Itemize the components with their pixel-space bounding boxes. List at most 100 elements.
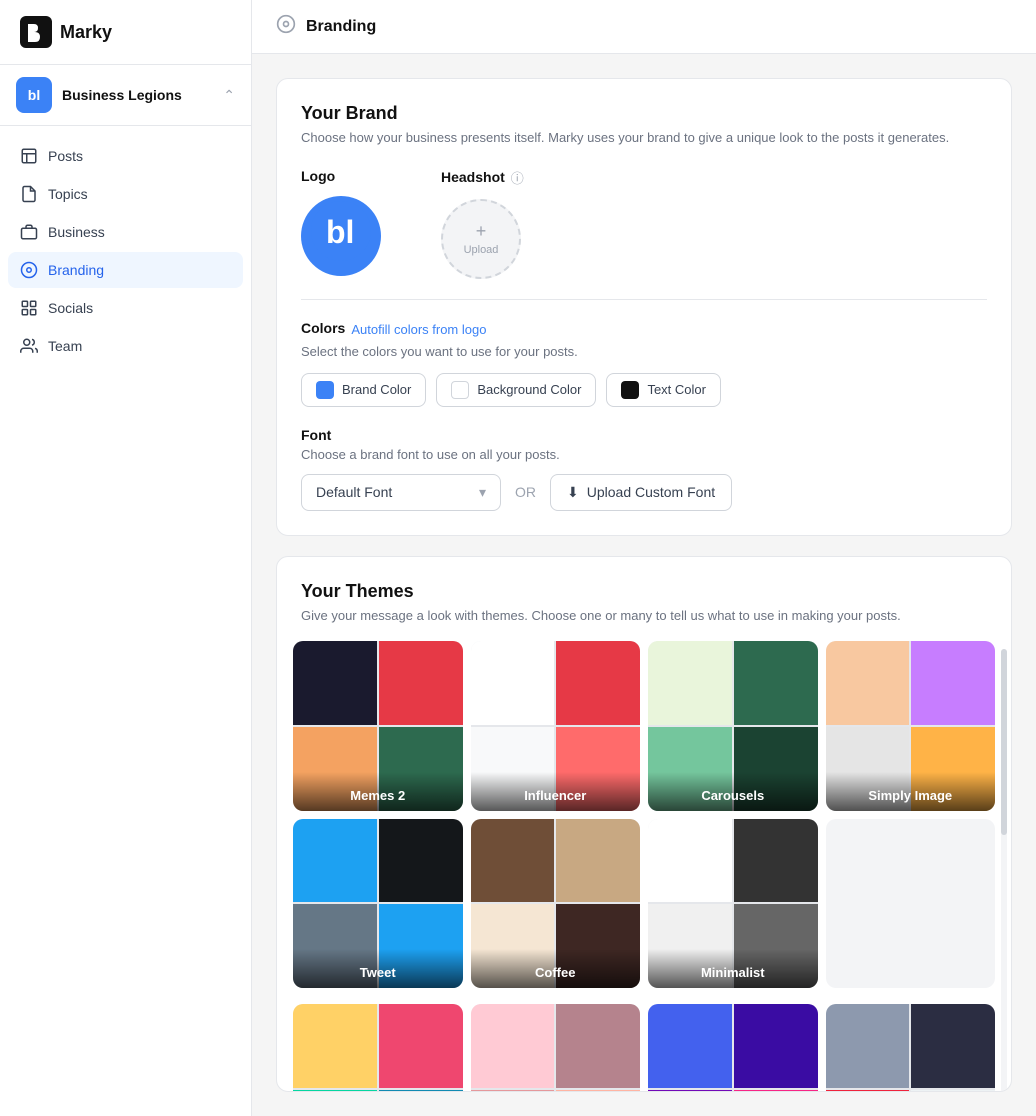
main-panel: Branding Your Brand Choose how your busi… — [252, 0, 1036, 1116]
theme-label: Carousels — [648, 772, 818, 811]
themes-grid-wrapper: Memes 2 Influencer — [277, 641, 1011, 1092]
brand-color-button[interactable]: Brand Color — [301, 373, 426, 407]
themes-subtitle: Give your message a look with themes. Ch… — [301, 606, 987, 626]
colors-section: Colors Autofill colors from logo Select … — [301, 320, 987, 407]
sidebar-item-posts[interactable]: Posts — [8, 138, 243, 174]
main-nav: Posts Topics Business Branding Socials — [0, 126, 251, 376]
theme-minimalist[interactable]: Minimalist — [648, 819, 818, 989]
theme-simply-image[interactable]: Simply Image — [826, 641, 996, 811]
theme-tweet[interactable]: Tweet — [293, 819, 463, 989]
color-buttons: Brand Color Background Color Text Color — [301, 373, 987, 407]
theme-partial3[interactable] — [648, 1004, 818, 1092]
info-icon: ⓘ — [511, 168, 524, 187]
sidebar-item-team[interactable]: Team — [8, 328, 243, 364]
app-name: Marky — [60, 22, 112, 43]
avatar: bl — [16, 77, 52, 113]
branding-icon — [20, 261, 38, 279]
theme-partial4[interactable] — [826, 1004, 996, 1092]
page-title: Branding — [306, 18, 376, 36]
upload-font-label: Upload Custom Font — [587, 484, 715, 500]
theme-label: Memes 2 — [293, 772, 463, 811]
text-color-button[interactable]: Text Color — [606, 373, 721, 407]
account-name: Business Legions — [62, 87, 182, 103]
headshot-section: Headshot ⓘ + Upload — [441, 168, 524, 279]
brand-color-swatch — [316, 381, 334, 399]
sidebar-item-label: Team — [48, 338, 82, 354]
sidebar-item-branding[interactable]: Branding — [8, 252, 243, 288]
account-info: bl Business Legions — [16, 77, 182, 113]
sidebar-item-topics[interactable]: Topics — [8, 176, 243, 212]
font-select-value: Default Font — [316, 484, 392, 500]
account-switcher[interactable]: bl Business Legions ⌃ — [0, 65, 251, 126]
background-color-label: Background Color — [477, 382, 581, 397]
sidebar-item-label: Topics — [48, 186, 88, 202]
colors-label: Colors — [301, 320, 345, 336]
sidebar-item-label: Branding — [48, 262, 104, 278]
themes-card-header: Your Themes Give your message a look wit… — [277, 557, 1011, 642]
svg-text:bl: bl — [326, 214, 354, 250]
team-icon — [20, 337, 38, 355]
font-select[interactable]: Default Font ▾ — [301, 474, 501, 511]
posts-icon — [20, 147, 38, 165]
upload-font-button[interactable]: ⬇ Upload Custom Font — [550, 474, 732, 511]
logo-preview: bl — [301, 196, 381, 276]
theme-partial2[interactable] — [471, 1004, 641, 1092]
topics-icon — [20, 185, 38, 203]
main-content: Your Brand Choose how your business pres… — [252, 54, 1036, 1116]
colors-desc: Select the colors you want to use for yo… — [301, 344, 987, 359]
business-icon — [20, 223, 38, 241]
logo-label: Logo — [301, 168, 381, 184]
sidebar-item-label: Business — [48, 224, 105, 240]
theme-label: Minimalist — [648, 949, 818, 988]
theme-memes2[interactable]: Memes 2 — [293, 641, 463, 811]
font-section: Font Choose a brand font to use on all y… — [301, 427, 987, 511]
themes-title: Your Themes — [301, 581, 987, 602]
app-logo: Marky — [0, 0, 251, 65]
theme-label: Coffee — [471, 949, 641, 988]
divider — [301, 299, 987, 300]
chevron-down-icon: ▾ — [479, 484, 486, 501]
theme-partial1[interactable] — [293, 1004, 463, 1092]
font-desc: Choose a brand font to use on all your p… — [301, 447, 987, 462]
logo-preview-text: bl — [311, 201, 371, 270]
plus-icon: + — [476, 221, 487, 242]
background-color-button[interactable]: Background Color — [436, 373, 596, 407]
theme-influencer[interactable]: Influencer — [471, 641, 641, 811]
brand-card-title: Your Brand — [301, 103, 987, 124]
themes-grid: Memes 2 Influencer — [277, 641, 1011, 1004]
themes-grid-row2 — [277, 1004, 1011, 1092]
sidebar: Marky bl Business Legions ⌃ Posts Topics… — [0, 0, 252, 1116]
font-label: Font — [301, 427, 987, 443]
headshot-upload-label: Upload — [464, 244, 499, 256]
or-label: OR — [515, 484, 536, 500]
font-row: Default Font ▾ OR ⬇ Upload Custom Font — [301, 474, 987, 511]
sidebar-item-socials[interactable]: Socials — [8, 290, 243, 326]
theme-label: Tweet — [293, 949, 463, 988]
upload-icon: ⬇ — [567, 484, 579, 501]
headshot-label: Headshot — [441, 169, 505, 185]
sidebar-item-label: Socials — [48, 300, 93, 316]
theme-label: Simply Image — [826, 772, 996, 811]
theme-label: Influencer — [471, 772, 641, 811]
brand-card: Your Brand Choose how your business pres… — [276, 78, 1012, 536]
theme-coffee[interactable]: Coffee — [471, 819, 641, 989]
chevron-down-icon: ⌃ — [223, 87, 235, 104]
logo-headshot-row: Logo bl Headshot ⓘ — [301, 168, 987, 279]
brand-color-label: Brand Color — [342, 382, 411, 397]
topbar-branding-icon — [276, 14, 296, 39]
text-color-label: Text Color — [647, 382, 706, 397]
text-color-swatch — [621, 381, 639, 399]
scroll-thumb — [1001, 649, 1007, 835]
theme-empty — [826, 819, 996, 989]
sidebar-item-business[interactable]: Business — [8, 214, 243, 250]
sidebar-item-label: Posts — [48, 148, 83, 164]
theme-carousels[interactable]: Carousels — [648, 641, 818, 811]
themes-card: Your Themes Give your message a look wit… — [276, 556, 1012, 1093]
background-color-swatch — [451, 381, 469, 399]
logo-section: Logo bl — [301, 168, 381, 276]
socials-icon — [20, 299, 38, 317]
headshot-upload-button[interactable]: + Upload — [441, 199, 521, 279]
scroll-track — [1001, 649, 1007, 1092]
logo-icon — [20, 16, 52, 48]
autofill-link[interactable]: Autofill colors from logo — [351, 322, 486, 337]
